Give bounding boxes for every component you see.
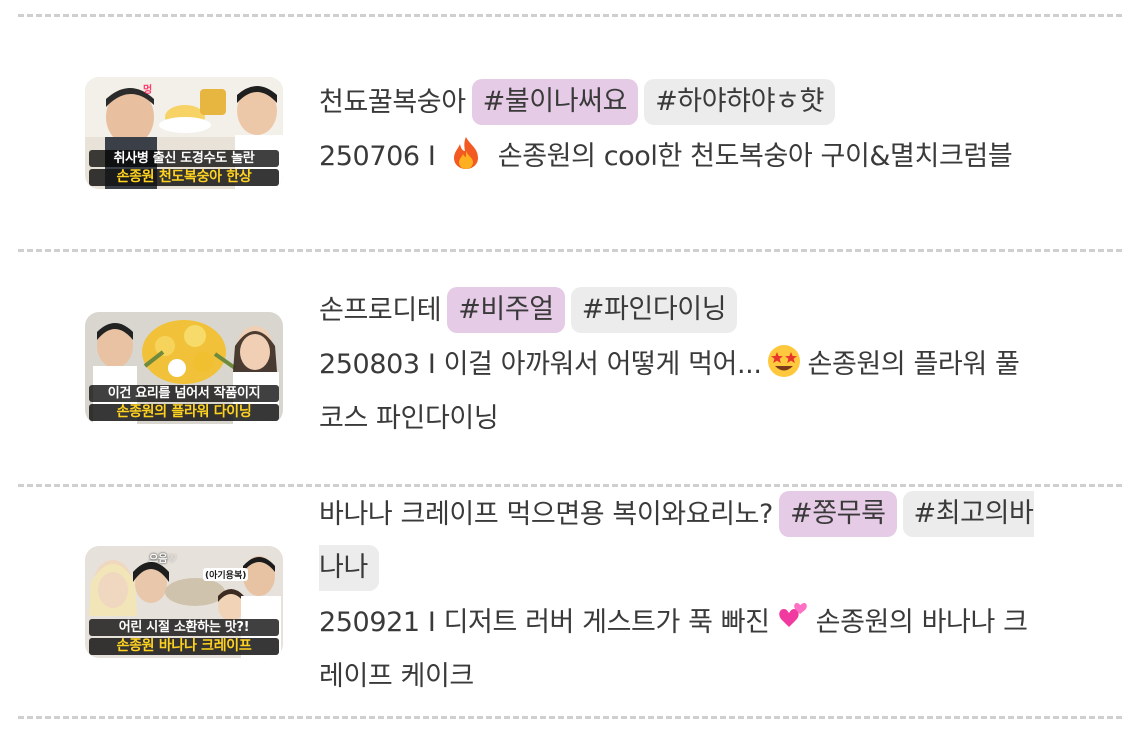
dashed-divider <box>18 716 1122 719</box>
hashtag[interactable]: #비주얼 <box>447 287 565 333</box>
post-description-wrap: 코스 파인다이닝 <box>319 403 499 434</box>
video-thumbnail[interactable]: 으음♡ (아기용복) 어린 시절 소환하는 맛?! 손종원 바나나 크레이프 <box>85 546 283 658</box>
title-line: 손프로디테 #비주얼 #파인다이닝 <box>319 284 1124 338</box>
dashed-divider <box>18 249 1122 252</box>
post-date: 250921 I <box>319 607 436 638</box>
hashtag[interactable]: #쫑무룩 <box>778 491 897 537</box>
description-line: 코스 파인다이닝 <box>319 392 1124 446</box>
video-thumbnail[interactable]: 이건 요리를 넘어서 작품이지 손종원의 플라워 다이닝 <box>85 312 283 424</box>
post-date: 250706 I <box>319 141 436 172</box>
post-description-wrap: 레이프 케이크 <box>319 661 474 692</box>
thumbnail-caption-bottom: 손종원 천도복숭아 한상 <box>89 169 279 186</box>
hashtag-wrap[interactable]: 나나 <box>319 545 379 591</box>
title-line: 바나나 크레이프 먹으면용 복이와요리노? #쫑무룩 #최고의바 <box>319 488 1124 542</box>
post-description-cont: 손종원의 바나나 크 <box>815 607 1028 638</box>
post-text: 천됴꿀복숭아 #불이나써요 #하야햐야ㅎ햣 250706 I 손종원의 cool한 … <box>319 76 1124 184</box>
title-line-wrap: 나나 <box>319 542 1124 596</box>
post-description-cont: 손종원의 플라워 풀 <box>807 349 1020 380</box>
post-text: 바나나 크레이프 먹으면용 복이와요리노? #쫑무룩 #최고의바 나나 250921… <box>319 488 1124 704</box>
star-struck-face-icon <box>767 345 800 377</box>
video-thumbnail[interactable]: 멍 취사병 출신 도경수도 놀란 손종원 천도복숭아 한상 <box>85 77 283 189</box>
hashtag[interactable]: #하야햐야ㅎ햣 <box>644 79 835 125</box>
two-hearts-icon <box>778 603 807 627</box>
thumbnail-caption-bottom: 손종원 바나나 크레이프 <box>89 638 279 655</box>
thumbnail-sticker: 멍 <box>143 85 153 96</box>
post-date: 250803 I <box>319 349 436 380</box>
hashtag[interactable]: #최고의바 <box>902 491 1034 537</box>
hashtag[interactable]: #불이나써요 <box>471 79 639 125</box>
post-description: 이걸 아까워서 어떻게 먹어... <box>443 349 762 380</box>
post-text: 손프로디테 #비주얼 #파인다이닝 250803 I 이걸 아까워서 어떻게 먹어.… <box>319 284 1124 446</box>
description-line: 250803 I 이걸 아까워서 어떻게 먹어... 손종원의 플라워 풀 <box>319 338 1124 392</box>
fire-icon <box>453 137 478 169</box>
post-list: 멍 취사병 출신 도경수도 놀란 손종원 천도복숭아 한상 천됴꿀복숭아 #불이나… <box>0 0 1140 738</box>
post-title: 손프로디테 <box>319 295 442 326</box>
thumbnail-sticker: 으음♡ <box>149 554 177 565</box>
post-title: 천됴꿀복숭아 <box>319 87 466 118</box>
thumbnail-sticker: (아기용복) <box>203 568 249 581</box>
description-line: 레이프 케이크 <box>319 650 1124 704</box>
dashed-divider <box>18 484 1122 487</box>
title-line: 천됴꿀복숭아 #불이나써요 #하야햐야ㅎ햣 <box>319 76 1124 130</box>
thumbnail-caption-bottom: 손종원의 플라워 다이닝 <box>89 404 279 421</box>
hashtag[interactable]: #파인다이닝 <box>570 287 738 333</box>
dashed-divider <box>18 14 1122 17</box>
thumbnail-caption-top: 어린 시절 소환하는 맛?! <box>89 619 279 636</box>
post-description: 손종원의 cool한 천도복숭아 구이&멸치크럼블 <box>497 141 1013 172</box>
thumbnail-caption-top: 취사병 출신 도경수도 놀란 <box>89 150 279 167</box>
description-line: 250706 I 손종원의 cool한 천도복숭아 구이&멸치크럼블 <box>319 130 1124 184</box>
thumbnail-caption-top: 이건 요리를 넘어서 작품이지 <box>89 385 279 402</box>
post-title: 바나나 크레이프 먹으면용 복이와요리노? <box>319 499 773 530</box>
description-line: 250921 I 디저트 러버 게스트가 푹 빠진 손종원의 바나나 크 <box>319 596 1124 650</box>
post-description: 디저트 러버 게스트가 푹 빠진 <box>443 607 770 638</box>
